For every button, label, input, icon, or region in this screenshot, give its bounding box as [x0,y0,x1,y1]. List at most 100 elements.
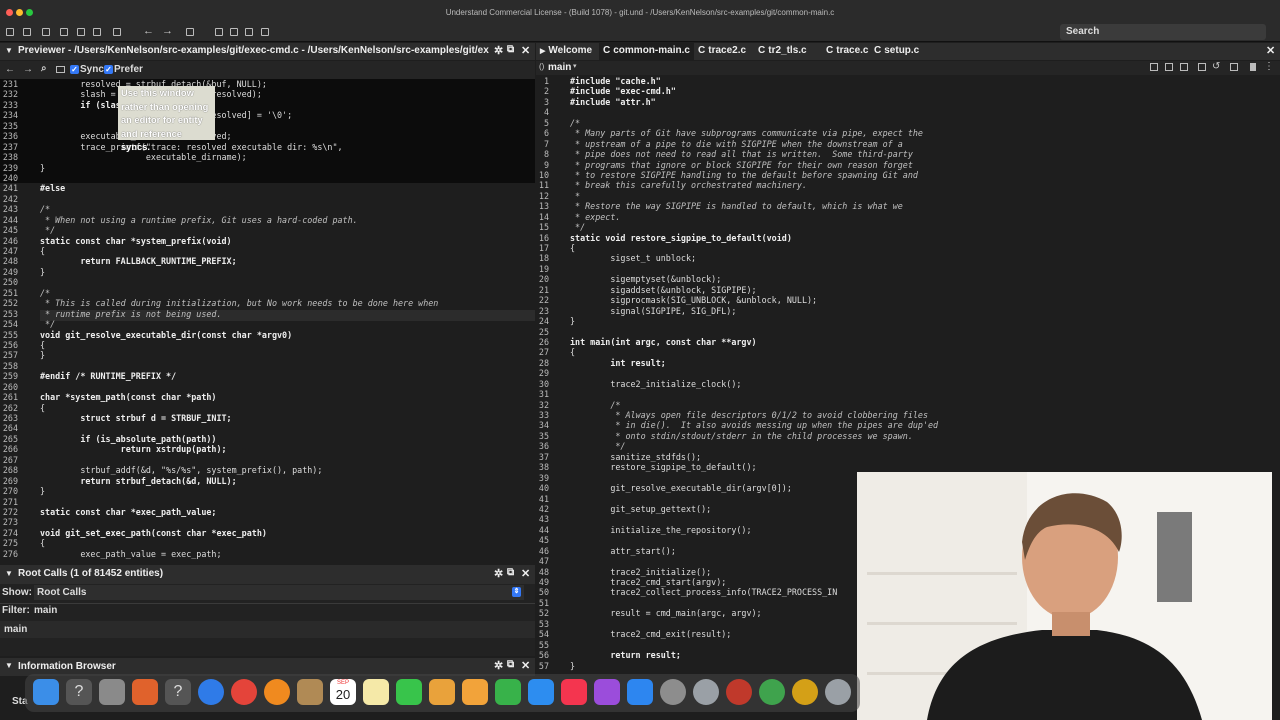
copy-icon[interactable] [1230,63,1238,71]
zoom-window-button[interactable] [26,9,33,16]
more-icon[interactable]: ⋮ [1264,61,1274,72]
notes-icon[interactable] [363,679,389,705]
line-number: 234 [2,110,18,121]
code-line: 238 executable_dirname); [0,152,535,162]
help-icon[interactable]: ? [66,679,92,705]
float-icon[interactable]: ⧉ [507,659,514,670]
chrome-icon[interactable] [231,679,257,705]
pin-icon[interactable]: ✲ [494,44,503,57]
close-icon[interactable]: ✕ [1266,44,1275,57]
understand-icon[interactable] [693,679,719,705]
graph-icon[interactable] [186,28,194,36]
collapse-arrow-icon[interactable]: ▼ [5,569,13,578]
split-icon[interactable] [1165,63,1173,71]
window-icon[interactable] [1180,63,1188,71]
scope-selector[interactable]: main [548,62,571,73]
root-calls-header: ▼ Root Calls (1 of 81452 entities) ✲ ⧉ ✕ [0,565,535,584]
previewer-header: ▼ Previewer - /Users/KenNelson/src-examp… [0,43,535,60]
app-icon[interactable] [297,679,323,705]
podcasts-icon[interactable] [594,679,620,705]
document-icon[interactable] [261,28,269,36]
numbers-icon[interactable] [495,679,521,705]
sync-checkbox[interactable]: ✓ [70,65,79,74]
safari-icon[interactable] [198,679,224,705]
show-select[interactable]: Root Calls ⇕ [34,585,524,600]
code-line: 20 sigemptyset(&unblock); [536,274,1280,284]
back-arrow-icon[interactable]: ← [143,25,154,37]
chevron-down-icon[interactable]: ▾ [573,62,577,70]
pages-icon[interactable] [462,679,488,705]
search-icon[interactable]: ⌕ [41,63,47,74]
open-project-icon[interactable] [23,28,31,36]
code-line: 246 static const char *system_prefix(void… [0,236,535,246]
forward-arrow-icon[interactable]: → [162,25,173,37]
list-item[interactable]: main [0,621,535,638]
close-window-button[interactable] [6,9,13,16]
chevron-down-icon[interactable]: ⇕ [512,587,521,597]
open-file-icon[interactable] [60,28,68,36]
tab-label: trace2.c [708,45,747,56]
tab-trace2[interactable]: Ctrace2.c [694,43,754,60]
print-icon[interactable] [113,28,121,36]
minimize-window-button[interactable] [16,9,23,16]
collapse-arrow-icon[interactable]: ▼ [5,661,13,670]
save-all-icon[interactable] [93,28,101,36]
folder-icon[interactable] [56,66,65,73]
search-input[interactable]: Search [1060,24,1266,40]
app-icon[interactable] [99,679,125,705]
code-line: 257} [0,350,535,360]
bookmark-icon[interactable] [1250,63,1256,71]
line-number: 16 [538,232,549,243]
app-store-icon[interactable] [627,679,653,705]
collapse-arrow-icon[interactable]: ▼ [5,46,13,55]
understand-icon[interactable] [759,679,785,705]
finder-icon[interactable] [33,679,59,705]
line-number: 30 [538,378,549,389]
calendar-day: 20 [335,687,351,702]
window-icon[interactable] [245,28,253,36]
layout-icon[interactable] [1150,63,1158,71]
split-icon[interactable] [230,28,238,36]
float-icon[interactable]: ⧉ [507,44,514,55]
code-text: } [40,266,46,277]
new-file-icon[interactable] [42,28,50,36]
document-icon[interactable] [1198,63,1206,71]
tab-setup[interactable]: Csetup.c [870,43,928,60]
firefox-icon[interactable] [264,679,290,705]
close-icon[interactable]: ✕ [521,44,530,57]
new-project-icon[interactable] [6,28,14,36]
prefer-checkbox[interactable]: ✓ [104,65,113,74]
code-line: 239} [0,163,535,173]
pin-icon[interactable]: ✲ [494,659,503,672]
photos-icon[interactable] [429,679,455,705]
messages-icon[interactable] [396,679,422,705]
filter-input[interactable]: main [34,605,57,616]
calendar-icon[interactable]: SEP 20 [330,679,356,705]
close-icon[interactable]: ✕ [521,567,530,580]
history-icon[interactable]: ↺ [1212,61,1220,72]
back-arrow-icon[interactable]: ← [5,64,15,75]
keynote-icon[interactable] [528,679,554,705]
code-text: * Many parts of Git have subprograms com… [570,128,923,139]
tab-welcome[interactable]: ▶ Welcome [536,43,599,60]
launchpad-icon[interactable] [132,679,158,705]
tab-tr2-tls[interactable]: Ctr2_tls.c [754,43,822,60]
close-icon[interactable]: ✕ [521,659,530,672]
code-line: 269 return strbuf_detach(&d, NULL); [0,476,535,486]
root-calls-body: Show: Root Calls ⇕ Filter: main main [0,584,535,656]
settings-icon[interactable] [660,679,686,705]
understand-icon[interactable] [726,679,752,705]
pin-icon[interactable]: ✲ [494,567,503,580]
forward-arrow-icon[interactable]: → [23,64,33,75]
understand-icon[interactable] [825,679,851,705]
tab-common-main[interactable]: Ccommon-main.c [599,43,694,60]
understand-icon[interactable] [792,679,818,705]
float-icon[interactable]: ⧉ [507,567,514,578]
line-number: 39 [538,472,549,483]
music-icon[interactable] [561,679,587,705]
layout-icon[interactable] [215,28,223,36]
code-text: initialize_the_repository(); [570,524,752,535]
save-icon[interactable] [77,28,85,36]
tab-trace[interactable]: Ctrace.c [822,43,870,60]
help-icon[interactable]: ? [165,679,191,705]
